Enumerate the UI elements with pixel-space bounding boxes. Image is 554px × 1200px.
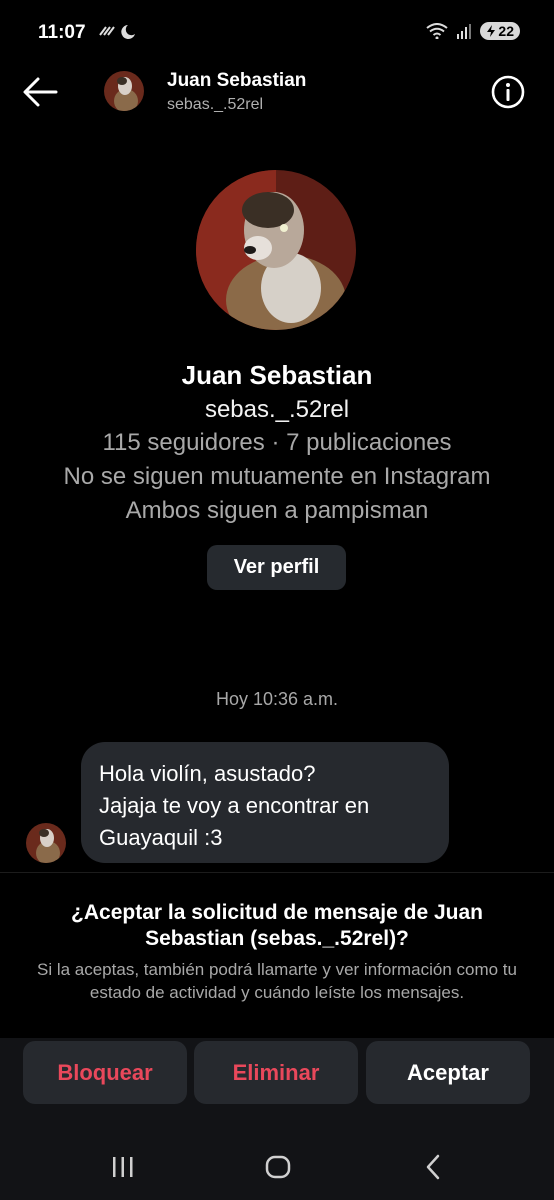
request-description: Si la aceptas, también podrá llamarte y … bbox=[36, 960, 517, 1002]
view-profile-button[interactable]: Ver perfil bbox=[207, 545, 346, 590]
block-button[interactable]: Bloquear bbox=[23, 1041, 187, 1104]
charging-icon bbox=[487, 25, 496, 37]
profile-stats: 115 seguidores · 7 publicaciones bbox=[102, 429, 452, 456]
recents-icon bbox=[113, 1157, 133, 1177]
request-title: ¿Aceptar la solicitud de mensaje de Juan… bbox=[71, 901, 483, 950]
status-time: 11:07 bbox=[38, 22, 86, 43]
arrow-left-icon bbox=[23, 77, 58, 107]
battery-level: 22 bbox=[498, 23, 514, 39]
divider bbox=[0, 872, 554, 873]
profile-name: Juan Sebastian bbox=[181, 360, 373, 390]
info-circle-icon bbox=[491, 75, 525, 109]
header-username[interactable]: sebas._.52rel bbox=[167, 96, 263, 114]
info-button[interactable] bbox=[490, 74, 526, 110]
delete-button[interactable]: Eliminar bbox=[194, 1041, 358, 1104]
back-button[interactable] bbox=[20, 72, 60, 112]
profile-username: sebas._.52rel bbox=[204, 396, 350, 423]
home-icon bbox=[265, 1155, 291, 1179]
wifi-icon bbox=[426, 23, 449, 39]
nav-back-button[interactable] bbox=[423, 1154, 443, 1180]
mutual-status: No se siguen mutuamente en Instagram bbox=[63, 463, 491, 490]
home-button[interactable] bbox=[264, 1153, 292, 1181]
message-text: Hola violín, asustado? Jajaja te voy a e… bbox=[99, 761, 370, 850]
mutual-follow: Ambos siguen a pampisman bbox=[125, 497, 429, 524]
header-name[interactable]: Juan Sebastian bbox=[167, 70, 306, 92]
sender-avatar[interactable] bbox=[26, 823, 66, 863]
accept-button[interactable]: Aceptar bbox=[366, 1041, 530, 1104]
notification-icons bbox=[99, 25, 135, 39]
chevron-left-icon bbox=[426, 1154, 440, 1180]
header-avatar[interactable] bbox=[104, 71, 144, 111]
signal-icon bbox=[457, 24, 472, 39]
profile-avatar[interactable] bbox=[196, 170, 356, 330]
status-notification-icons bbox=[98, 22, 142, 43]
battery-indicator: 22 bbox=[480, 22, 520, 40]
status-right-icons: 22 bbox=[426, 22, 520, 40]
recents-button[interactable] bbox=[109, 1155, 137, 1179]
message-timestamp: Hoy 10:36 a.m. bbox=[215, 689, 339, 709]
